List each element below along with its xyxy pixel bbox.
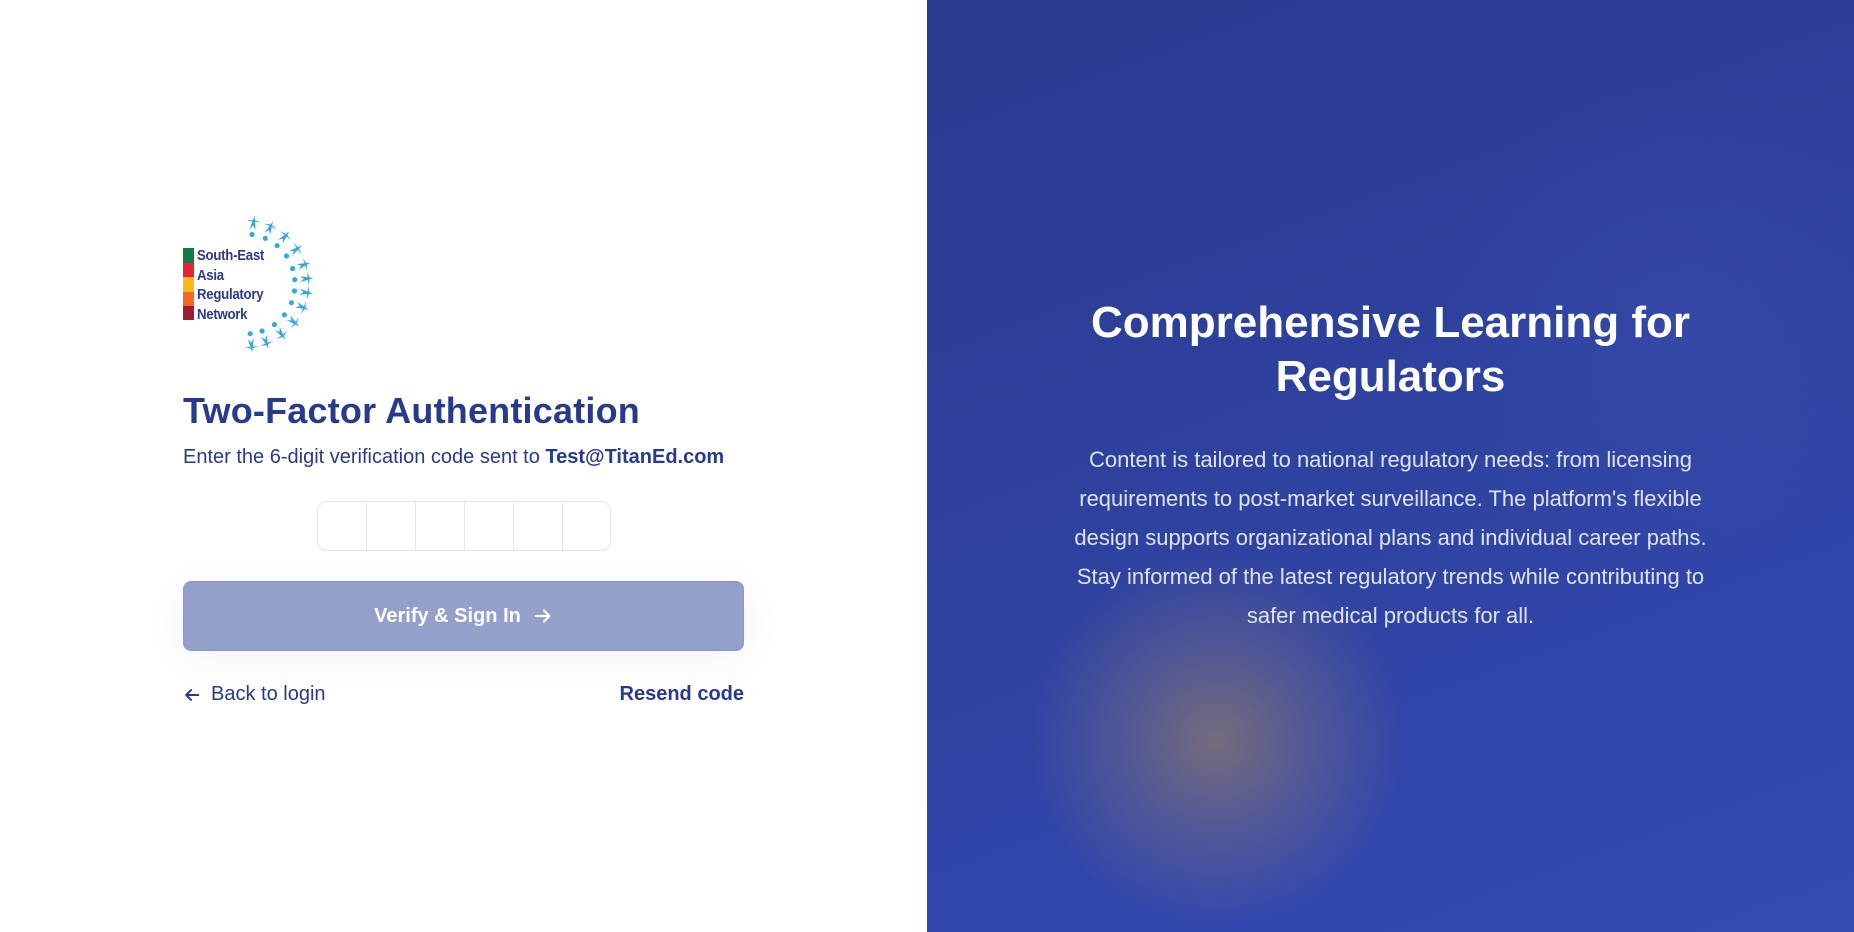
- arrow-right-icon: [534, 609, 551, 623]
- promo-heading-line: Regulators: [1275, 352, 1506, 401]
- logo-figure-head: [271, 321, 277, 328]
- logo-figure-head: [281, 312, 287, 318]
- two-factor-form: South-East Asia Regulatory Network Two-F…: [183, 210, 744, 706]
- promo-heading-line: Comprehensive Learning for: [1090, 298, 1690, 347]
- page-title: Two-Factor Authentication: [183, 390, 640, 431]
- resend-code-link[interactable]: Resend code: [620, 683, 744, 706]
- back-to-login-label: Back to login: [211, 683, 326, 705]
- logo-figure: [294, 301, 309, 315]
- logo-figure-head: [259, 328, 265, 334]
- form-footer-links: Back to login Resend code: [183, 683, 744, 706]
- instructions-prefix: Enter the 6-digit verification code sent…: [183, 446, 546, 468]
- searn-logo: South-East Asia Regulatory Network: [183, 210, 323, 358]
- logo-text: South-East Asia Regulatory Network: [197, 246, 264, 324]
- promo-description: Content is tailored to national regulato…: [1074, 447, 1707, 628]
- promo-content: Comprehensive Learning for Regulators Co…: [1057, 296, 1724, 635]
- logo-line: Regulatory: [197, 286, 264, 303]
- logo-bar-orange: [183, 291, 194, 306]
- logo-figure: [259, 334, 274, 349]
- logo-bar-green: [183, 248, 194, 263]
- logo-figure: [296, 257, 311, 272]
- otp-code-input-group: [316, 501, 611, 551]
- arrow-left-icon: [185, 688, 200, 701]
- logo-figure: [244, 338, 259, 353]
- logo-figure: [286, 315, 300, 329]
- logo-figure-head: [283, 253, 290, 259]
- logo-figure: [299, 271, 314, 286]
- otp-digit-6[interactable]: [562, 502, 610, 550]
- otp-digit-2[interactable]: [366, 502, 416, 550]
- logo-figure: [246, 215, 261, 230]
- verify-button-label: Verify & Sign In: [374, 604, 521, 627]
- logo-line: South-East: [197, 247, 265, 264]
- logo-bar-yellow: [183, 277, 194, 292]
- otp-digit-4[interactable]: [464, 502, 514, 550]
- verify-sign-in-button[interactable]: Verify & Sign In: [183, 581, 744, 651]
- promo-heading: Comprehensive Learning for Regulators: [1057, 296, 1724, 404]
- logo-figure-head: [249, 231, 255, 238]
- back-to-login-link[interactable]: Back to login: [183, 683, 326, 706]
- instructions-text: Enter the 6-digit verification code sent…: [183, 446, 744, 469]
- otp-digit-5[interactable]: [513, 502, 563, 550]
- otp-digit-1[interactable]: [317, 502, 367, 550]
- promo-panel: Comprehensive Learning for Regulators Co…: [927, 0, 1854, 932]
- login-panel: South-East Asia Regulatory Network Two-F…: [0, 0, 927, 932]
- logo-figure-head: [288, 300, 294, 306]
- logo-figure-head: [292, 277, 298, 283]
- logo-figure: [264, 221, 278, 236]
- logo-line: Asia: [197, 266, 224, 284]
- logo-figure-head: [247, 331, 253, 337]
- logo-line: Network: [197, 305, 248, 323]
- logo-figure-head: [274, 243, 280, 249]
- recipient-email: Test@TitanEd.com: [545, 446, 725, 468]
- logo-color-bars: [183, 248, 194, 320]
- logo-figure-head: [290, 265, 296, 272]
- logo-figure-head: [291, 288, 298, 294]
- logo-figure: [274, 326, 288, 340]
- logo-bar-red: [183, 262, 194, 277]
- logo-bar-maroon: [183, 306, 194, 320]
- logo-figure-head: [262, 235, 268, 241]
- otp-digit-3[interactable]: [415, 502, 465, 550]
- logo-figure: [299, 285, 314, 300]
- logo-figure: [288, 242, 303, 256]
